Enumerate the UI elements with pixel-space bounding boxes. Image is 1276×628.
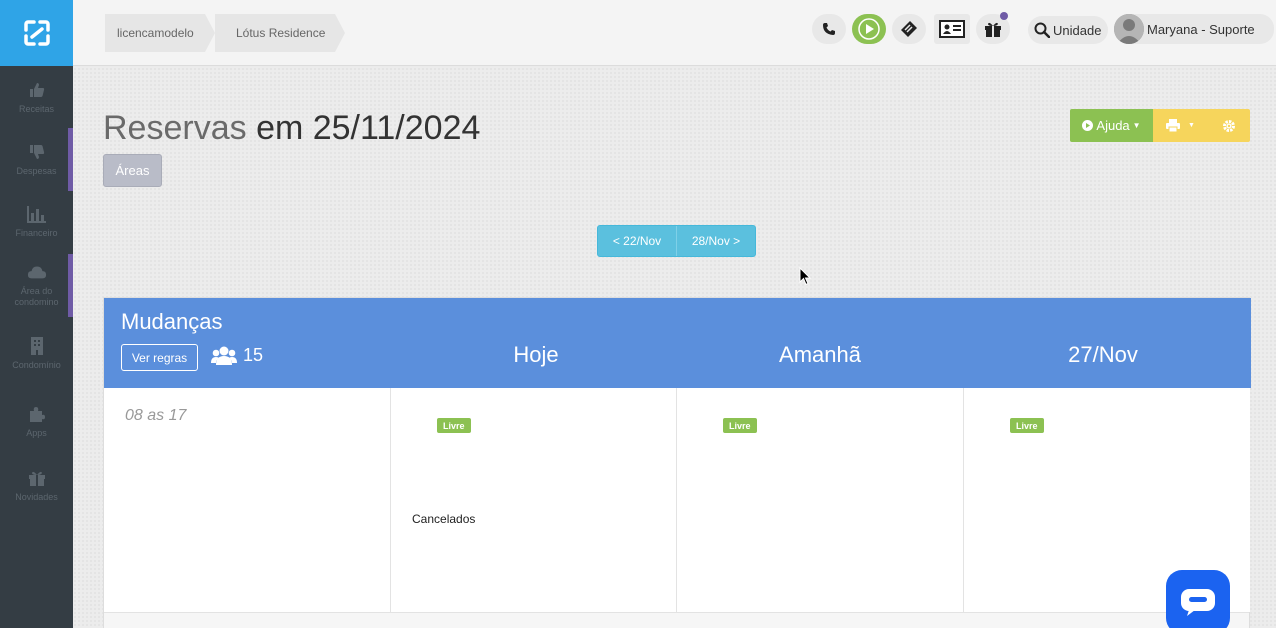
sidebar-item-apps[interactable]: Apps: [0, 390, 73, 452]
unit-search-label: Unidade: [1053, 22, 1102, 38]
phone-icon: [823, 23, 835, 35]
date-navigation: < 22/Nov 28/Nov >: [597, 225, 756, 257]
unit-search-button[interactable]: Unidade: [1028, 16, 1108, 44]
area-name: Mudanças: [121, 309, 223, 334]
main-content: Reservas em 25/11/2024 Áreas Ajuda ▼ ▼ <…: [73, 67, 1276, 628]
mouse-cursor-icon: [799, 267, 811, 286]
phone-button[interactable]: [812, 14, 846, 44]
capacity-count: 15: [243, 345, 264, 365]
id-card-icon: [939, 20, 965, 38]
status-badge: Livre: [723, 418, 757, 433]
time-slot-column: 08 as 17: [104, 388, 391, 612]
cancelled-link[interactable]: Cancelados: [412, 512, 475, 526]
play-button[interactable]: [852, 14, 886, 44]
sidebar-item-label: Apps: [26, 427, 47, 438]
page-title: Reservas em 25/11/2024: [103, 109, 480, 148]
gear-icon: [1223, 119, 1235, 132]
breadcrumb-item[interactable]: licencamodelo: [105, 14, 215, 52]
status-badge: Livre: [437, 418, 471, 433]
puzzle-icon: [27, 404, 47, 424]
thumbs-down-icon: [27, 142, 47, 162]
gift-icon: [27, 468, 47, 488]
sidebar-item-label: Receitas: [18, 103, 54, 114]
sidebar-item-area-condomino[interactable]: Área do condomino: [0, 254, 73, 316]
sidebar-item-label: Condomínio: [12, 359, 61, 370]
chat-icon: [1181, 589, 1215, 616]
reservation-panel: Mudanças Ver regras 15 Hoje Amanhã 27/No…: [103, 297, 1251, 628]
app-logo[interactable]: [0, 0, 73, 66]
day-header: Amanhã: [779, 342, 861, 367]
ticket-icon: [901, 21, 917, 37]
sidebar-item-label: Financeiro: [15, 227, 58, 238]
search-icon: [1034, 22, 1050, 38]
caret-down-icon: ▼: [1132, 121, 1141, 130]
help-button[interactable]: Ajuda ▼: [1070, 109, 1153, 142]
areas-button[interactable]: Áreas: [103, 154, 162, 187]
id-card-button[interactable]: [934, 14, 970, 44]
print-button[interactable]: ▼: [1153, 109, 1208, 142]
ticket-button[interactable]: [892, 14, 926, 44]
next-week-button[interactable]: 28/Nov >: [676, 226, 755, 256]
help-label: Ajuda: [1096, 118, 1130, 133]
building-icon: [27, 336, 47, 356]
day-header: 27/Nov: [1068, 342, 1138, 367]
sidebar-item-despesas[interactable]: Despesas: [0, 128, 73, 190]
page-title-date: em 25/11/2024: [256, 109, 481, 147]
settings-button[interactable]: [1208, 109, 1250, 142]
sidebar-item-label: Área do condomino: [14, 286, 59, 307]
logo-icon: [23, 20, 50, 46]
panel-header: Mudanças Ver regras 15 Hoje Amanhã 27/No…: [104, 298, 1251, 388]
time-slot-label: 08 as 17: [125, 407, 187, 424]
sidebar-item-label: Novidades: [15, 491, 58, 502]
status-badge: Livre: [1010, 418, 1044, 433]
users-icon: [211, 346, 237, 365]
view-rules-button[interactable]: Ver regras: [121, 344, 198, 371]
capacity-info: 15: [211, 345, 263, 366]
day-cell-tomorrow[interactable]: Livre: [677, 388, 964, 612]
sidebar-item-receitas[interactable]: Receitas: [0, 66, 73, 128]
sidebar-item-financeiro[interactable]: Financeiro: [0, 190, 73, 252]
sidebar-item-label: Despesas: [16, 165, 57, 176]
sidebar: Receitas Despesas Financeiro Área do con…: [0, 0, 73, 628]
panel-footer: [104, 612, 1249, 628]
top-bar: licencamodelo Lótus Residence Unidade Ma…: [73, 0, 1276, 66]
day-cell-today[interactable]: Livre Cancelados: [391, 388, 677, 612]
avatar: [1114, 14, 1144, 44]
play-icon: [858, 18, 880, 40]
bar-chart-icon: [26, 204, 47, 224]
previous-week-button[interactable]: < 22/Nov: [598, 226, 676, 256]
breadcrumb-item[interactable]: Lótus Residence: [215, 14, 345, 52]
day-header: Hoje: [513, 342, 559, 367]
play-circle-icon: [1082, 120, 1094, 131]
cloud-icon: [27, 262, 47, 282]
chat-button[interactable]: [1166, 570, 1230, 628]
notification-dot: [1000, 12, 1008, 20]
gifts-button[interactable]: [976, 12, 1010, 44]
sidebar-item-condominio[interactable]: Condomínio: [0, 322, 73, 384]
user-menu[interactable]: Maryana - Suporte: [1114, 14, 1274, 44]
user-name: Maryana - Suporte: [1147, 21, 1255, 37]
caret-down-icon: ▼: [1188, 122, 1195, 129]
thumbs-up-icon: [27, 80, 47, 100]
sidebar-item-novidades[interactable]: Novidades: [0, 454, 73, 516]
gift-icon: [985, 22, 1001, 37]
print-icon: [1166, 119, 1181, 132]
page-title-main: Reservas: [103, 109, 247, 147]
